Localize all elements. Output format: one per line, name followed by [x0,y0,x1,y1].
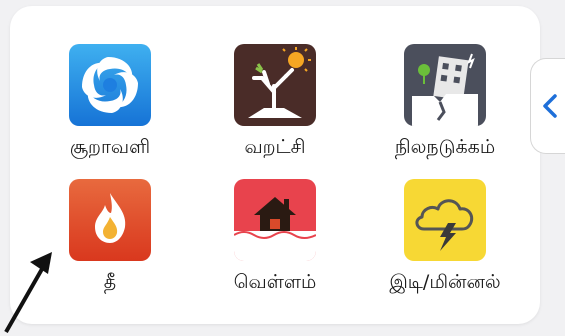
tile-cyclone[interactable]: சூறாவளி [30,44,190,194]
side-panel-toggle[interactable] [530,58,565,154]
tile-thunder-lightning-label: இடி/மின்னல் [389,271,501,293]
earthquake-icon [404,44,486,126]
thunder-lightning-icon [404,179,486,261]
flood-icon [234,179,316,261]
pointer-arrow-icon [4,252,52,333]
disaster-category-card: சூறாவளி வறட்சி நிலநடுக்கம் தீ வெள்ளம் இட… [10,6,540,324]
cyclone-icon [69,44,151,126]
tile-cyclone-label: சூறாவளி [69,136,151,158]
tile-flood[interactable]: வெள்ளம் [195,179,355,329]
tile-drought-label: வறட்சி [244,136,306,158]
fire-icon [69,179,151,261]
tile-earthquake-label: நிலநடுக்கம் [394,136,496,158]
tile-flood-label: வெள்ளம் [233,271,317,293]
tile-drought[interactable]: வறட்சி [195,44,355,194]
chevron-left-icon [543,94,557,118]
drought-icon [234,44,316,126]
tile-earthquake[interactable]: நிலநடுக்கம் [365,44,525,194]
tile-thunder-lightning[interactable]: இடி/மின்னல் [365,179,525,329]
